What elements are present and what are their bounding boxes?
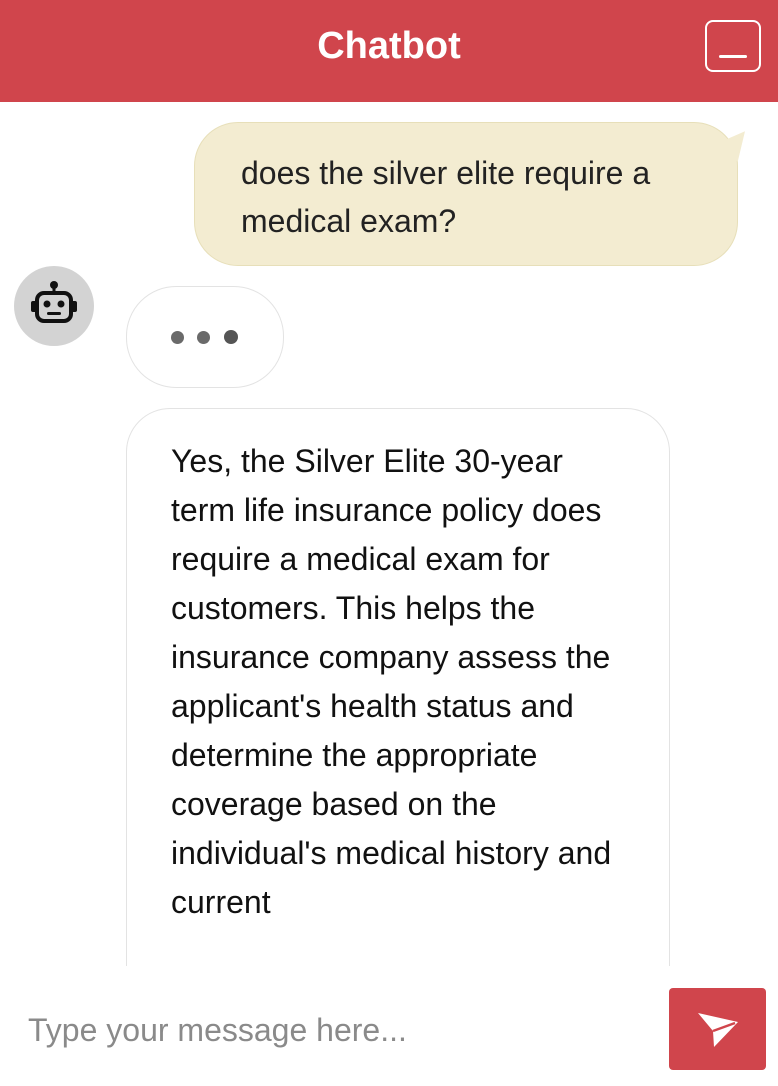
send-button[interactable] [669, 988, 766, 1070]
chat-title: Chatbot [317, 25, 461, 67]
message-input[interactable] [28, 1004, 648, 1056]
typing-dot [197, 331, 210, 344]
bot-avatar [14, 266, 94, 346]
message-list[interactable]: does the silver elite require a medical … [0, 102, 778, 966]
user-message-text: does the silver elite require a medical … [241, 155, 651, 239]
minimize-button[interactable] [705, 20, 761, 72]
bot-message: Yes, the Silver Elite 30-year term life … [126, 408, 670, 966]
send-icon [698, 1013, 738, 1047]
minimize-icon [719, 55, 747, 58]
typing-dot [224, 330, 238, 344]
bot-message-text: Yes, the Silver Elite 30-year term life … [171, 443, 612, 920]
robot-icon [31, 281, 77, 323]
typing-indicator [126, 286, 284, 388]
typing-dot [171, 331, 184, 344]
chat-header: Chatbot [0, 0, 778, 102]
composer [0, 966, 778, 1086]
user-message: does the silver elite require a medical … [194, 122, 738, 266]
chat-window: Chatbot does the silver elite require a … [0, 0, 778, 1086]
